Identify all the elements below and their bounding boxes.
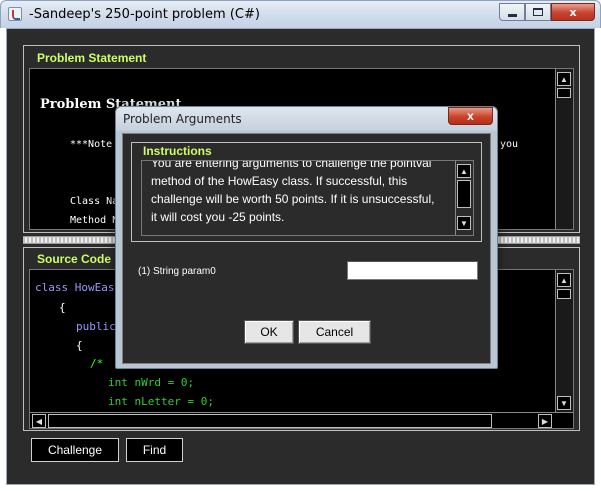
problem-line: Method N <box>70 215 119 226</box>
problem-line: ***Note <box>70 139 113 150</box>
scroll-thumb[interactable] <box>557 88 571 98</box>
scroll-thumb[interactable] <box>457 180 471 208</box>
code-line: /* <box>90 357 104 370</box>
dialog-title: Problem Arguments <box>123 112 242 126</box>
arrow-left-icon[interactable]: ◀ <box>32 414 46 428</box>
problem-arguments-dialog: Problem Arguments x Instructions You are… <box>115 106 498 369</box>
problem-vertical-scrollbar[interactable]: ▲ <box>555 69 573 229</box>
code-line: public <box>76 320 116 333</box>
arrow-right-icon[interactable]: ▶ <box>538 414 552 428</box>
arrow-up-icon[interactable]: ▲ <box>557 72 571 86</box>
instructions-line: challenge will be worth 50 points. If it… <box>151 192 435 206</box>
find-button[interactable]: Find <box>126 438 183 462</box>
problem-line: Class Na <box>70 196 119 207</box>
problem-line: you <box>500 139 519 150</box>
arrow-up-icon[interactable]: ▲ <box>557 273 571 287</box>
challenge-button[interactable]: Challenge <box>31 438 119 462</box>
instructions-line: You are entering arguments to challenge … <box>151 160 432 170</box>
instructions-line: it will cost you -25 points. <box>151 210 285 224</box>
instructions-vertical-scrollbar[interactable]: ▲ ▼ <box>455 161 473 235</box>
minimize-icon <box>507 13 517 17</box>
problem-statement-title: Problem Statement <box>37 51 147 65</box>
dialog-close-button[interactable]: x <box>448 107 493 125</box>
title-bar[interactable]: -Sandeep's 250-point problem (C#) x <box>0 0 601 28</box>
instructions-line: method of the HowEasy class. If successf… <box>151 174 408 188</box>
scroll-thumb[interactable] <box>557 289 571 299</box>
java-app-icon <box>8 7 22 21</box>
code-horizontal-scrollbar[interactable]: ◀ ▶ <box>30 412 573 428</box>
cancel-button[interactable]: Cancel <box>298 320 371 344</box>
window-controls: x <box>499 3 595 21</box>
instructions-text-area[interactable]: You are entering arguments to challenge … <box>141 160 474 236</box>
code-line: { <box>76 339 83 352</box>
maximize-button[interactable] <box>525 3 551 21</box>
maximize-icon <box>533 8 543 16</box>
ok-button[interactable]: OK <box>244 320 294 344</box>
window-title: -Sandeep's 250-point problem (C#) <box>29 7 260 22</box>
code-vertical-scrollbar[interactable]: ▲ ▼ <box>555 270 573 412</box>
arrow-up-icon[interactable]: ▲ <box>457 164 471 178</box>
param0-input[interactable] <box>347 261 478 280</box>
arrow-down-icon[interactable]: ▼ <box>457 216 471 230</box>
param0-label: (1) String param0 <box>138 266 216 277</box>
instructions-title: Instructions <box>143 144 212 158</box>
code-line: int nWrd = 0; <box>108 376 195 389</box>
close-button[interactable]: x <box>551 3 595 21</box>
minimize-button[interactable] <box>499 3 525 21</box>
source-code-title: Source Code <box>37 252 112 266</box>
code-line: int nLetter = 0; <box>108 395 214 408</box>
code-line: { <box>59 301 66 314</box>
scroll-thumb[interactable] <box>48 414 492 428</box>
dialog-title-bar[interactable]: Problem Arguments x <box>116 107 497 131</box>
code-line: class HowEasy <box>35 281 122 294</box>
arrow-down-icon[interactable]: ▼ <box>557 396 571 410</box>
